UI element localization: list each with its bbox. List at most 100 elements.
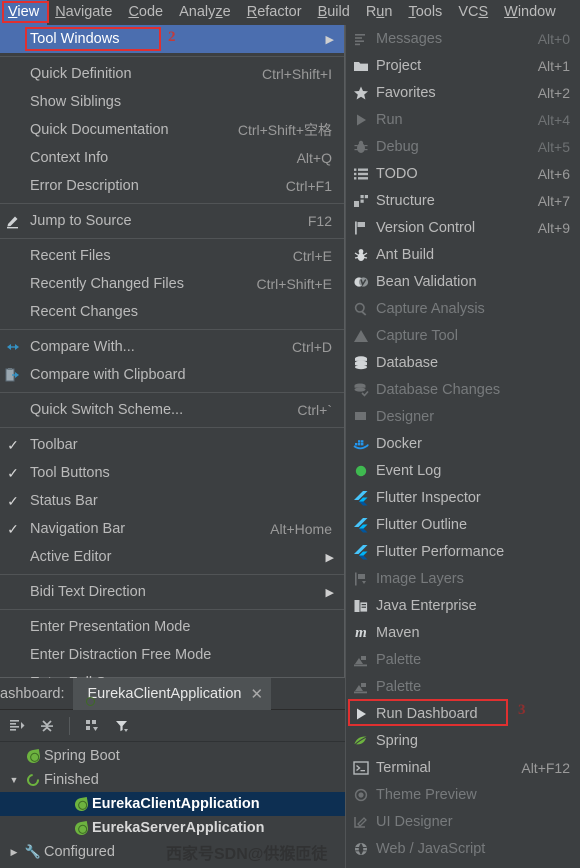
folder-icon <box>346 58 376 74</box>
tool-window-shortcut: Alt+4 <box>537 111 570 128</box>
expand-all-icon[interactable] <box>4 713 30 739</box>
tool-window-item-run-dashboard[interactable]: Run Dashboard 3 <box>346 699 580 727</box>
chevron-right-icon[interactable]: ▶ <box>6 847 22 858</box>
tool-window-item-bean-validation[interactable]: Bean Validation <box>346 268 580 295</box>
menu-separator <box>0 203 344 204</box>
tool-window-label: Database Changes <box>376 381 501 398</box>
group-by-icon[interactable] <box>79 713 105 739</box>
tool-window-label: Run <box>376 111 403 128</box>
menu-item-shortcut: Alt+Home <box>270 521 332 537</box>
view-menu-item-toolbar[interactable]: ✓ Toolbar <box>0 431 344 459</box>
filter-icon[interactable] <box>109 713 135 739</box>
tool-window-shortcut: Alt+1 <box>537 57 570 74</box>
view-menu-item-navigation-bar[interactable]: ✓ Navigation Bar Alt+Home <box>0 515 344 543</box>
menu-build[interactable]: Build <box>310 0 358 25</box>
view-menu-item-error-description[interactable]: Error Description Ctrl+F1 <box>0 172 344 200</box>
tool-window-item-flutter-performance[interactable]: Flutter Performance <box>346 538 580 565</box>
tool-window-item-maven[interactable]: m Maven <box>346 619 580 646</box>
dashboard-tree-label: EurekaClientApplication <box>92 796 260 812</box>
dashboard-tree-row[interactable]: Spring Boot <box>0 744 345 768</box>
view-menu-item-tool-buttons[interactable]: ✓ Tool Buttons <box>0 459 344 487</box>
view-menu-item-quick-documentation[interactable]: Quick Documentation Ctrl+Shift+空格 <box>0 116 344 144</box>
view-menu-item-active-editor[interactable]: Active Editor ▶ <box>0 543 344 571</box>
dashboard-tree-row[interactable]: ▶ 🔧 Configured <box>0 840 345 864</box>
tool-window-item-terminal[interactable]: Terminal Alt+F12 <box>346 754 580 781</box>
menu-vcs[interactable]: VCS <box>450 0 496 25</box>
tool-window-item-todo[interactable]: TODO Alt+6 <box>346 160 580 187</box>
view-menu-item-compare-with-clipboard[interactable]: Compare with Clipboard <box>0 361 344 389</box>
view-menu-item-context-info[interactable]: Context Info Alt+Q <box>0 144 344 172</box>
database-changes-icon <box>346 382 376 398</box>
view-menu-item-enter-distraction-free-mode[interactable]: Enter Distraction Free Mode <box>0 641 344 669</box>
dashboard-tree-row[interactable]: ▼ Finished <box>0 768 345 792</box>
tool-window-shortcut: Alt+5 <box>537 138 570 155</box>
idea-window: View Navigate Code Analyze Refactor Buil… <box>0 0 580 868</box>
view-menu-item-bidi-text-direction[interactable]: Bidi Text Direction ▶ <box>0 578 344 606</box>
view-menu-item-show-siblings[interactable]: Show Siblings <box>0 88 344 116</box>
tool-window-item-theme-preview: Theme Preview <box>346 781 580 808</box>
tool-window-item-flutter-inspector[interactable]: Flutter Inspector <box>346 484 580 511</box>
menu-separator <box>0 56 344 57</box>
tool-window-item-spring[interactable]: Spring <box>346 727 580 754</box>
view-dropdown-menu: Tool Windows ▶ 2 Quick Definition Ctrl+Shift… <box>0 25 345 691</box>
view-menu-item-tool-windows[interactable]: Tool Windows ▶ 2 <box>0 25 344 53</box>
tool-window-shortcut: Alt+2 <box>537 84 570 101</box>
view-menu-item-recent-files[interactable]: Recent Files Ctrl+E <box>0 242 344 270</box>
tool-window-item-ui-designer: UI Designer <box>346 808 580 835</box>
tool-window-item-event-log[interactable]: Event Log <box>346 457 580 484</box>
tool-window-item-favorites[interactable]: Favorites Alt+2 <box>346 79 580 106</box>
dashboard-tree-row[interactable]: EurekaServerApplication <box>0 816 345 840</box>
tool-window-item-database[interactable]: Database <box>346 349 580 376</box>
menu-separator <box>0 392 344 393</box>
view-menu-item-quick-definition[interactable]: Quick Definition Ctrl+Shift+I <box>0 60 344 88</box>
check-icon: ✓ <box>7 464 19 481</box>
menu-run[interactable]: Run <box>358 0 401 25</box>
tool-window-item-ant-build[interactable]: Ant Build <box>346 241 580 268</box>
globe-icon <box>346 841 376 857</box>
tool-window-label: Capture Tool <box>376 327 458 344</box>
toolbar-divider <box>69 716 70 735</box>
chevron-down-icon[interactable]: ▼ <box>6 775 22 785</box>
tool-window-label: TODO <box>376 165 418 182</box>
tool-window-item-project[interactable]: Project Alt+1 <box>346 52 580 79</box>
tool-window-item-structure[interactable]: Structure Alt+7 <box>346 187 580 214</box>
menu-code[interactable]: Code <box>120 0 171 25</box>
menu-tools[interactable]: Tools <box>400 0 450 25</box>
view-menu-item-enter-presentation-mode[interactable]: Enter Presentation Mode <box>0 613 344 641</box>
tool-window-label: Flutter Outline <box>376 516 468 533</box>
dashboard-tree-row[interactable]: EurekaClientApplication <box>0 792 345 816</box>
collapse-all-icon[interactable] <box>34 713 60 739</box>
tool-window-label: Capture Analysis <box>376 300 485 317</box>
tool-window-label: Flutter Inspector <box>376 489 481 506</box>
tool-window-item-version-control[interactable]: Version Control Alt+9 <box>346 214 580 241</box>
tool-window-label: Image Layers <box>376 570 464 587</box>
branch-icon <box>346 220 376 236</box>
view-menu-item-compare-with[interactable]: Compare With... Ctrl+D <box>0 333 344 361</box>
tool-window-shortcut: Alt+F12 <box>521 759 570 776</box>
view-menu-item-quick-switch-scheme[interactable]: Quick Switch Scheme... Ctrl+` <box>0 396 344 424</box>
tool-window-label: Palette <box>376 651 422 668</box>
menu-navigate[interactable]: Navigate <box>47 0 120 25</box>
tool-window-item-java-enterprise[interactable]: Java Enterprise <box>346 592 580 619</box>
menu-window[interactable]: Window <box>496 0 564 25</box>
view-menu-item-recently-changed-files[interactable]: Recently Changed Files Ctrl+Shift+E <box>0 270 344 298</box>
menu-view[interactable]: View <box>0 0 48 25</box>
view-menu-item-status-bar[interactable]: ✓ Status Bar <box>0 487 344 515</box>
warning-icon <box>346 328 376 344</box>
menu-item-shortcut: Ctrl+Shift+I <box>261 66 332 82</box>
dashboard-tree-label: Configured <box>44 844 115 860</box>
menu-refactor[interactable]: Refactor <box>239 0 310 25</box>
tool-window-label: UI Designer <box>376 813 453 830</box>
menu-analyze[interactable]: Analyze <box>171 0 239 25</box>
dashboard-tab-eureka-client[interactable]: EurekaClientApplication ✕ <box>72 678 272 710</box>
close-icon[interactable]: ✕ <box>246 685 263 703</box>
tool-window-item-messages: Messages Alt+0 <box>346 25 580 52</box>
view-menu-item-recent-changes[interactable]: Recent Changes <box>0 298 344 326</box>
menu-item-label: Enter Presentation Mode <box>30 619 191 635</box>
tool-window-label: Web / JavaScript <box>376 840 486 857</box>
view-menu-item-jump-to-source[interactable]: Jump to Source F12 <box>0 207 344 235</box>
tool-window-item-flutter-outline[interactable]: Flutter Outline <box>346 511 580 538</box>
finished-icon <box>22 771 44 789</box>
spring-icon <box>346 733 376 749</box>
tool-window-item-docker[interactable]: Docker <box>346 430 580 457</box>
